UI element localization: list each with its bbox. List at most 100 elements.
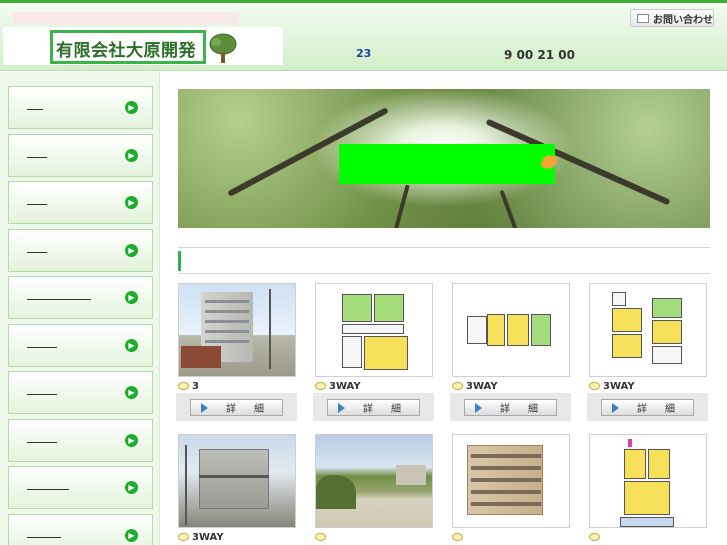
room — [531, 314, 551, 346]
company-name: 有限会社大原開発 — [56, 41, 196, 61]
sidebar-item-2[interactable]: ▶ — [8, 134, 153, 177]
sidebar-item-5[interactable]: ▶ — [8, 276, 153, 319]
arrow-right-icon: ▶ — [125, 481, 138, 494]
detail-button[interactable]: 詳 細 — [190, 399, 283, 416]
sidebar-item-label — [27, 204, 47, 205]
tree-branch — [390, 184, 410, 228]
arrow-right-icon: ▶ — [125, 434, 138, 447]
sidebar-item-9[interactable]: ▶ — [8, 466, 153, 509]
floor-plan-image[interactable] — [452, 283, 570, 377]
detail-button[interactable]: 詳 細 — [464, 399, 557, 416]
heading-accent — [178, 251, 181, 271]
contact-button[interactable]: お問い合わせ — [630, 9, 714, 27]
apartment-building-photo[interactable] — [178, 283, 296, 377]
arrow-right-icon: ▶ — [125, 339, 138, 352]
speech-bubble-icon — [452, 533, 463, 541]
room — [342, 294, 372, 322]
plan-marker — [628, 439, 632, 447]
sidebar-item-label — [27, 252, 47, 253]
play-arrow-icon — [612, 402, 619, 413]
sidebar-item-3[interactable]: ▶ — [8, 181, 153, 224]
site-header: 有限会社大原開発 23 9 00 21 00 お問い合わせ — [0, 3, 727, 71]
window-row — [205, 310, 249, 313]
window-row — [471, 490, 541, 494]
floor-plan-image[interactable] — [315, 283, 433, 377]
room — [342, 336, 362, 368]
arrow-right-icon: ▶ — [125, 291, 138, 304]
sidebar-item-4[interactable]: ▶ — [8, 229, 153, 272]
room — [652, 346, 682, 364]
utility-pole — [269, 289, 271, 369]
listing-caption — [452, 530, 466, 544]
sidebar-item-8[interactable]: ▶ — [8, 419, 153, 462]
tree-branch — [499, 189, 521, 228]
contact-label: お問い合わせ — [653, 14, 713, 26]
detail-label: 詳 — [500, 404, 510, 415]
sidebar-item-1[interactable]: ▶ — [8, 86, 153, 129]
sidebar-item-label — [27, 442, 57, 443]
window-row — [471, 454, 541, 458]
room — [487, 314, 505, 346]
listing-caption: 3WAY — [315, 379, 361, 393]
arrow-right-icon: ▶ — [125, 386, 138, 399]
arrow-right-icon: ▶ — [125, 149, 138, 162]
building-shape — [199, 449, 269, 509]
room — [648, 449, 670, 479]
sidebar-item-10[interactable]: ▶ — [8, 514, 153, 545]
sidebar-item-6[interactable]: ▶ — [8, 324, 153, 367]
divider — [178, 247, 710, 248]
speech-bubble-icon — [178, 382, 189, 390]
balcony-line — [199, 475, 269, 478]
sidebar-item-label — [27, 537, 61, 538]
arrow-right-icon: ▶ — [125, 101, 138, 114]
detail-label: 詳 — [363, 404, 373, 415]
detail-label: 細 — [528, 404, 538, 415]
two-story-apartment-photo[interactable] — [178, 434, 296, 528]
listing-caption: 3WAY — [452, 379, 498, 393]
room — [507, 314, 529, 346]
shrub — [316, 475, 356, 509]
window-row — [471, 478, 541, 482]
detail-label: 細 — [391, 404, 401, 415]
floor-plan-image[interactable] — [589, 283, 707, 377]
speech-bubble-icon — [315, 533, 326, 541]
listing-caption — [315, 530, 329, 544]
sidebar-item-label — [27, 489, 69, 490]
listing-title: 3WAY — [466, 380, 498, 392]
listing-caption: 3WAY — [589, 379, 635, 393]
tree-logo-icon — [209, 33, 237, 63]
room — [612, 334, 642, 358]
play-arrow-icon — [338, 402, 345, 413]
room — [624, 481, 670, 515]
window-row — [205, 300, 249, 303]
building-rendering[interactable] — [452, 434, 570, 528]
arrow-right-icon: ▶ — [125, 244, 138, 257]
window-row — [471, 502, 541, 506]
sidebar-item-label — [27, 394, 57, 395]
room — [652, 298, 682, 318]
speech-bubble-icon — [315, 382, 326, 390]
play-arrow-icon — [201, 402, 208, 413]
floor-plan-image[interactable] — [589, 434, 707, 528]
sidebar: ▶ ▶ ▶ ▶ ▶ ▶ ▶ ▶ ▶ ▶ — [0, 72, 160, 545]
detail-button[interactable]: 詳 細 — [327, 399, 420, 416]
sidebar-item-label — [27, 347, 57, 348]
sidebar-item-label — [27, 109, 43, 110]
sidebar-item-label — [27, 157, 47, 158]
window-row — [471, 466, 541, 470]
room — [612, 292, 626, 306]
company-logo[interactable]: 有限会社大原開発 — [50, 30, 206, 64]
banner-highlight — [339, 144, 555, 184]
window-row — [205, 340, 249, 343]
utility-pole — [185, 445, 187, 525]
mail-icon — [637, 13, 649, 23]
speech-bubble-icon — [589, 382, 600, 390]
detail-label: 詳 — [226, 404, 236, 415]
room — [342, 324, 404, 334]
detail-label: 細 — [254, 404, 264, 415]
building-shape — [467, 445, 543, 515]
listing-title: 3WAY — [329, 380, 361, 392]
sidebar-item-7[interactable]: ▶ — [8, 371, 153, 414]
vacant-lot-photo[interactable] — [315, 434, 433, 528]
detail-button[interactable]: 詳 細 — [601, 399, 694, 416]
